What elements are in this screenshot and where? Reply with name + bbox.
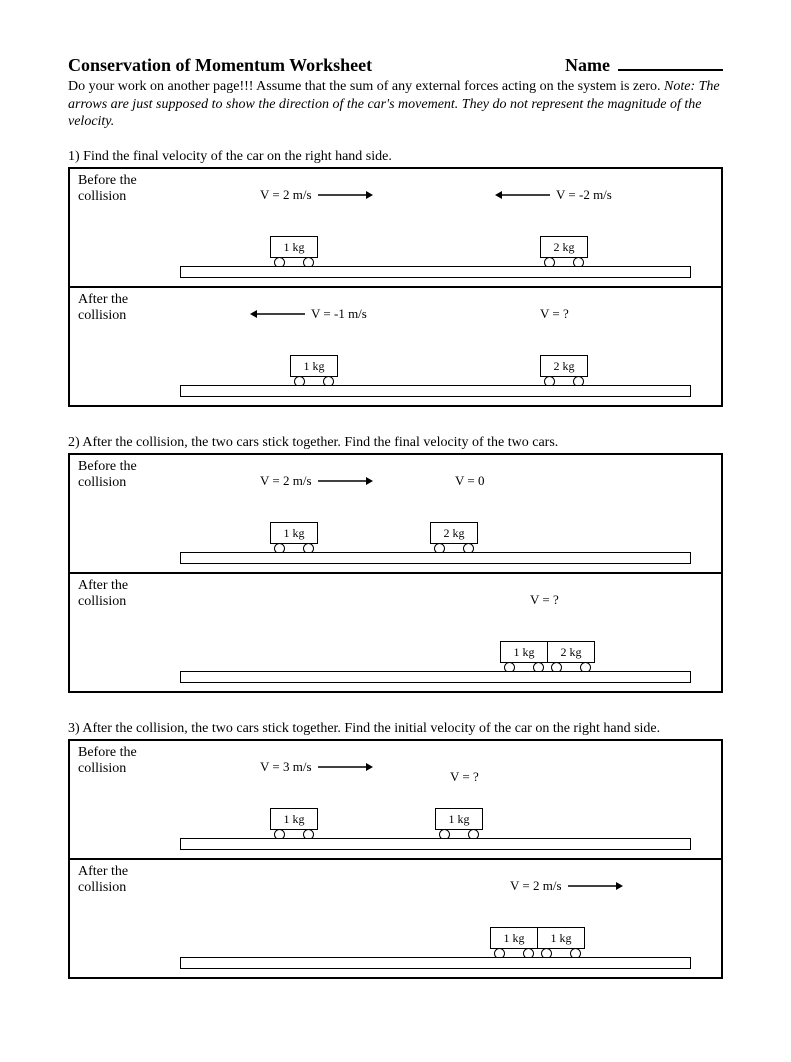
panel-label-before: Before the collision <box>78 459 148 493</box>
panel-label-before: Before the collision <box>78 745 148 779</box>
track <box>180 552 691 564</box>
arrow-right-icon <box>318 762 373 772</box>
instructions: Do your work on another page!!! Assume t… <box>68 78 723 131</box>
p3-after-carts: 1 kg 1 kg <box>490 927 585 959</box>
panel-label-after: After the collision <box>78 292 148 326</box>
p2-before-v1: V = 2 m/s <box>260 473 373 489</box>
arrow-left-icon <box>250 309 305 319</box>
arrow-right-icon <box>568 881 623 891</box>
p3-before-panel: Before the collision V = 3 m/s V = ? 1 k… <box>70 741 721 858</box>
p1-before-cart1: 1 kg <box>270 236 318 268</box>
problem-3-prompt: 3) After the collision, the two cars sti… <box>68 721 723 737</box>
p3-before-cart2: 1 kg <box>435 808 483 840</box>
p2-after-v: V = ? <box>530 592 559 608</box>
problem-3: Before the collision V = 3 m/s V = ? 1 k… <box>68 739 723 979</box>
p3-after-panel: After the collision V = 2 m/s 1 kg 1 kg <box>70 858 721 977</box>
header: Conservation of Momentum Worksheet Name <box>68 55 723 76</box>
p1-after-panel: After the collision V = -1 m/s V = ? 1 k… <box>70 286 721 405</box>
track <box>180 266 691 278</box>
problem-1-prompt: 1) Find the final velocity of the car on… <box>68 149 723 165</box>
p1-after-cart2: 2 kg <box>540 355 588 387</box>
p1-before-v1: V = 2 m/s <box>260 187 373 203</box>
p2-before-cart1: 1 kg <box>270 522 318 554</box>
track <box>180 838 691 850</box>
p1-after-v2: V = ? <box>540 306 569 322</box>
p1-before-cart2: 2 kg <box>540 236 588 268</box>
p3-before-cart1: 1 kg <box>270 808 318 840</box>
name-blank[interactable] <box>618 69 723 71</box>
p2-after-carts: 1 kg 2 kg <box>500 641 595 673</box>
panel-label-after: After the collision <box>78 578 148 612</box>
p3-before-v2: V = ? <box>450 769 479 785</box>
panel-label-after: After the collision <box>78 864 148 898</box>
arrow-right-icon <box>318 190 373 200</box>
p2-before-panel: Before the collision V = 2 m/s V = 0 1 k… <box>70 455 721 572</box>
problem-2: Before the collision V = 2 m/s V = 0 1 k… <box>68 453 723 693</box>
p1-before-panel: Before the collision V = 2 m/s V = -2 m/… <box>70 169 721 286</box>
p2-before-v2: V = 0 <box>455 473 485 489</box>
p2-after-panel: After the collision V = ? 1 kg 2 kg <box>70 572 721 691</box>
arrow-left-icon <box>495 190 550 200</box>
arrow-right-icon <box>318 476 373 486</box>
problem-2-prompt: 2) After the collision, the two cars sti… <box>68 435 723 451</box>
track <box>180 957 691 969</box>
track <box>180 385 691 397</box>
panel-label-before: Before the collision <box>78 173 148 207</box>
p1-before-v2: V = -2 m/s <box>495 187 612 203</box>
instructions-main: Do your work on another page!!! Assume t… <box>68 79 664 94</box>
name-label: Name <box>565 55 610 76</box>
p3-before-v1: V = 3 m/s <box>260 759 373 775</box>
p1-after-v1: V = -1 m/s <box>250 306 367 322</box>
problem-1: Before the collision V = 2 m/s V = -2 m/… <box>68 167 723 407</box>
p2-before-cart2: 2 kg <box>430 522 478 554</box>
page-title: Conservation of Momentum Worksheet <box>68 55 372 76</box>
p3-after-v: V = 2 m/s <box>510 878 623 894</box>
track <box>180 671 691 683</box>
p1-after-cart1: 1 kg <box>290 355 338 387</box>
